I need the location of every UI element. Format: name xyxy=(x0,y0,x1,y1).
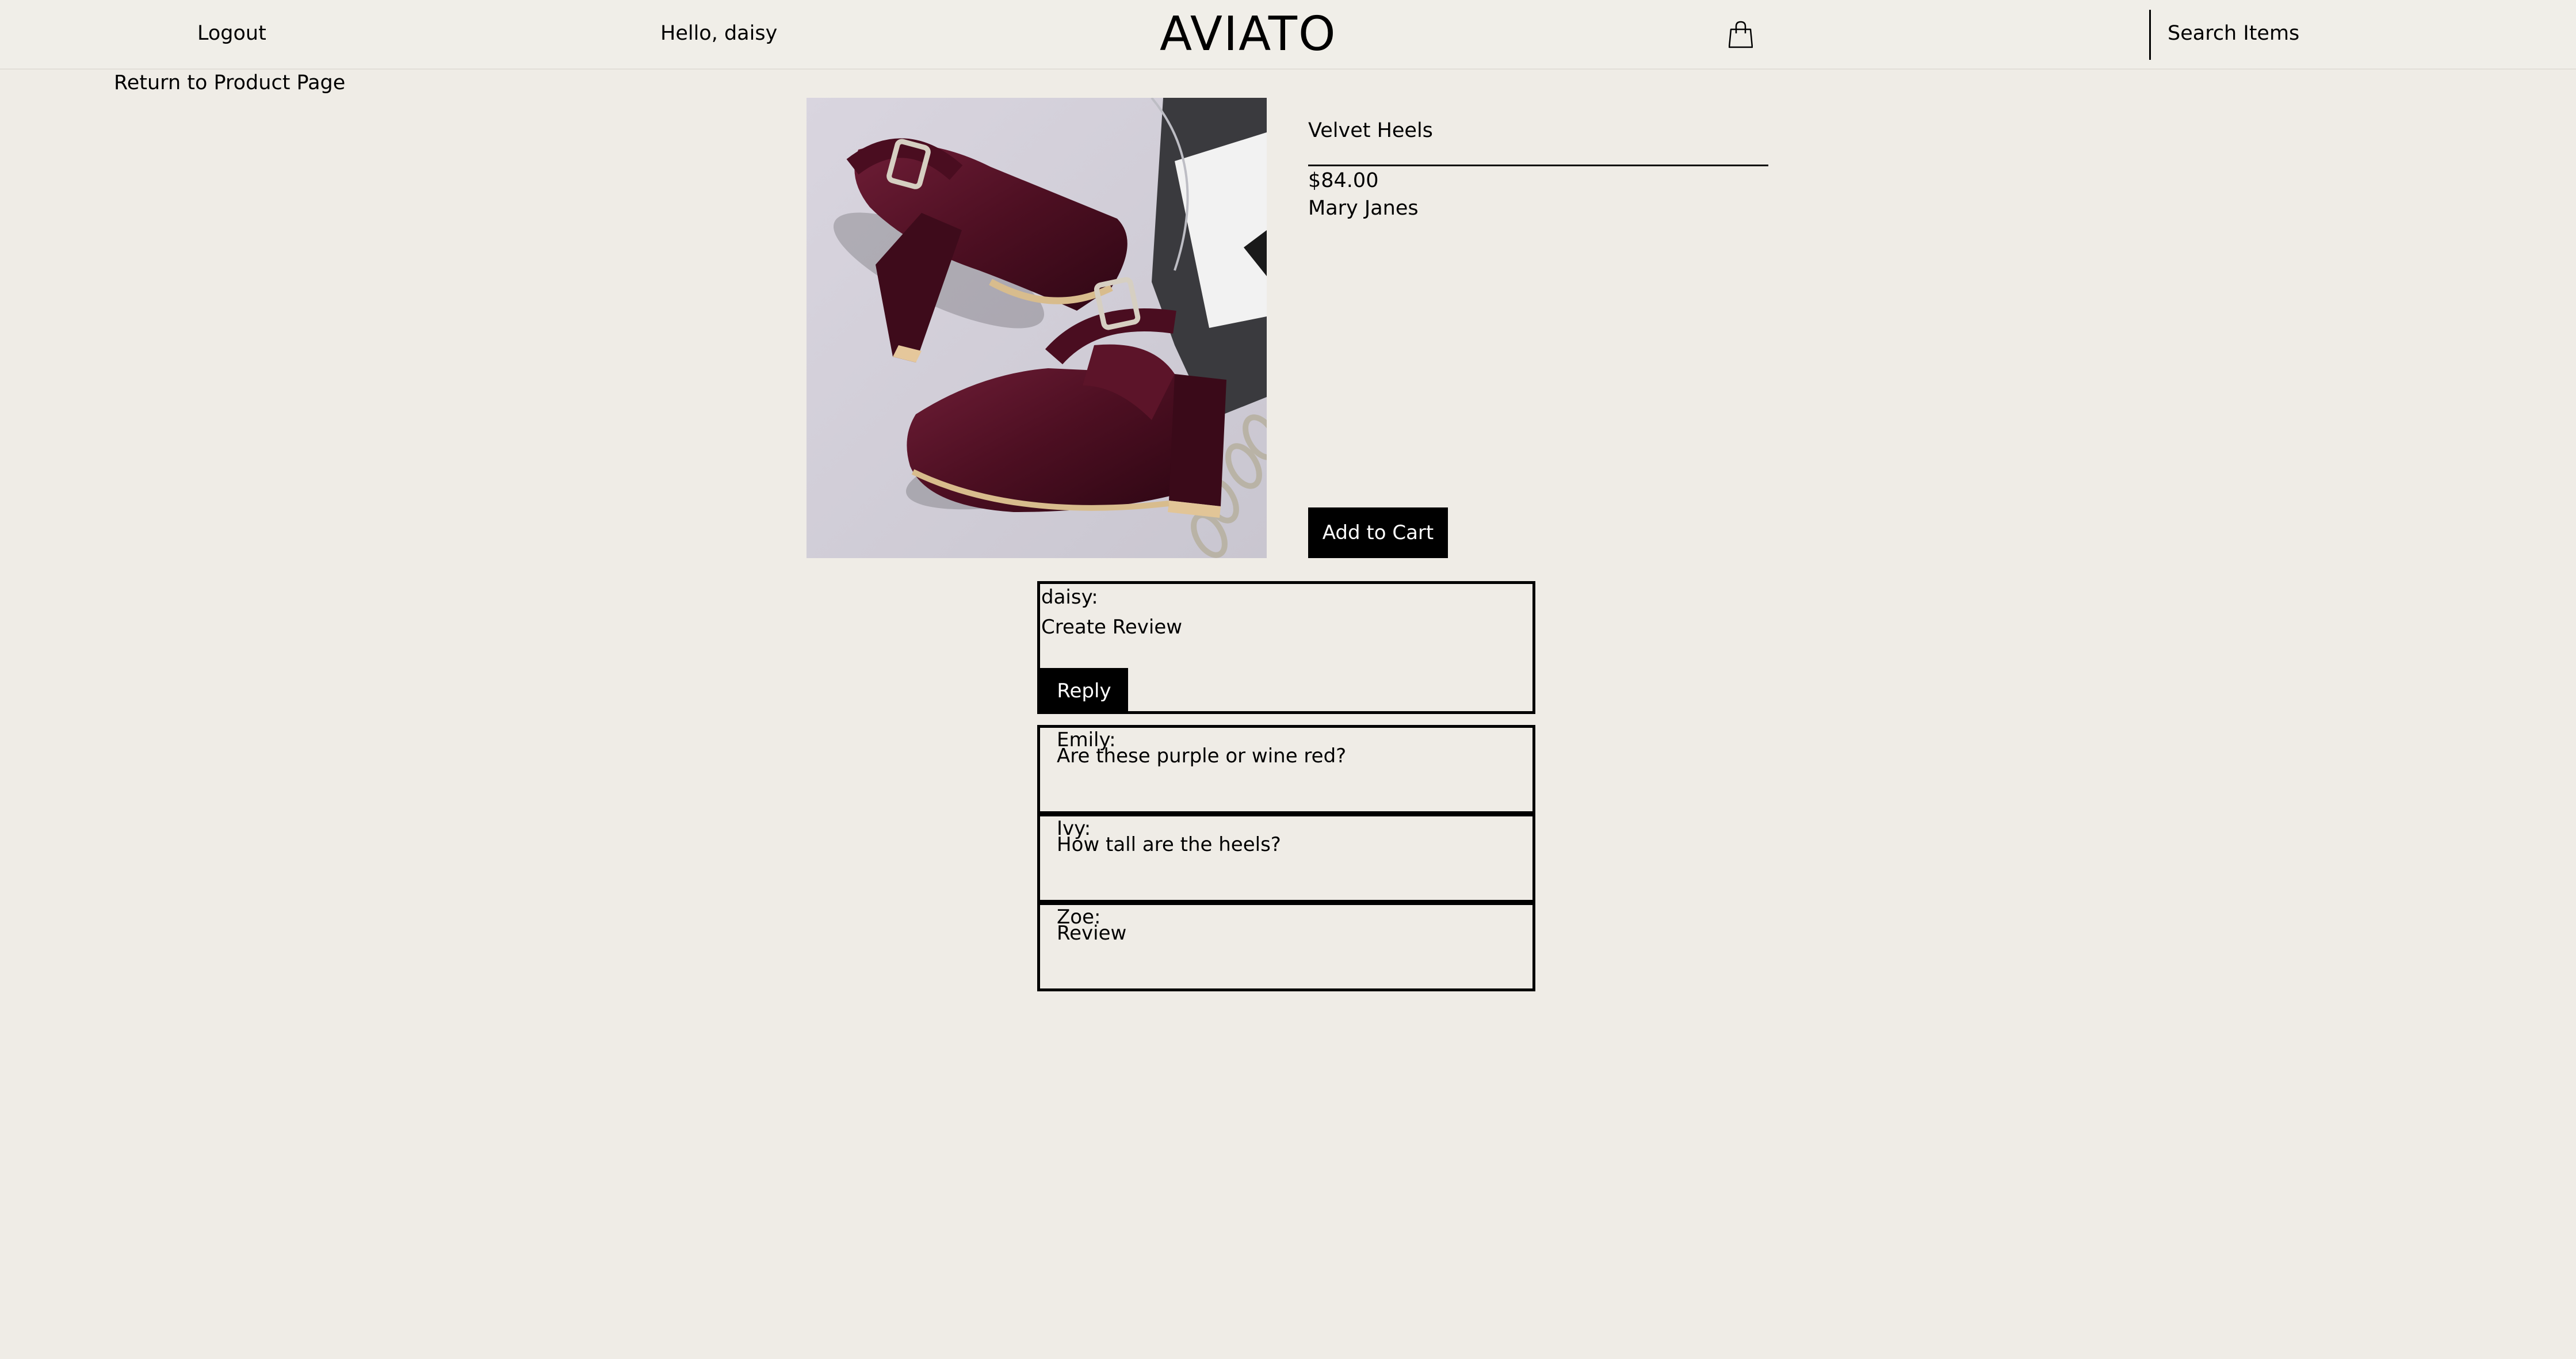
product-category: Mary Janes xyxy=(1308,197,1419,220)
review-form-username: daisy: xyxy=(1041,586,1098,609)
shopping-bag-icon[interactable] xyxy=(1728,21,1753,48)
logout-link[interactable]: Logout xyxy=(197,22,266,45)
site-logo[interactable]: AVIATO xyxy=(1160,7,1337,62)
search-divider xyxy=(2149,10,2151,60)
review-item: Emily: Are these purple or wine red? xyxy=(1037,725,1535,814)
return-to-product-link[interactable]: Return to Product Page xyxy=(114,71,345,94)
product-price: $84.00 xyxy=(1308,169,1379,192)
review-text: How tall are the heels? xyxy=(1057,833,1281,856)
product-image xyxy=(807,98,1267,558)
review-item: Zoe: Review xyxy=(1037,902,1535,991)
product-name: Velvet Heels xyxy=(1308,119,1433,142)
user-greeting: Hello, daisy xyxy=(660,22,778,45)
top-nav-bar: Logout Hello, daisy AVIATO Search Items xyxy=(0,0,2576,70)
reply-button[interactable]: Reply xyxy=(1040,668,1128,714)
add-to-cart-button[interactable]: Add to Cart xyxy=(1308,507,1448,558)
search-items-link[interactable]: Search Items xyxy=(2168,22,2299,45)
review-text: Review xyxy=(1057,922,1127,945)
review-text: Are these purple or wine red? xyxy=(1057,745,1347,768)
product-divider xyxy=(1308,165,1768,166)
create-review-input[interactable] xyxy=(1041,614,1513,640)
create-review-form: daisy: Reply xyxy=(1037,581,1535,714)
review-item: Ivy: How tall are the heels? xyxy=(1037,814,1535,903)
